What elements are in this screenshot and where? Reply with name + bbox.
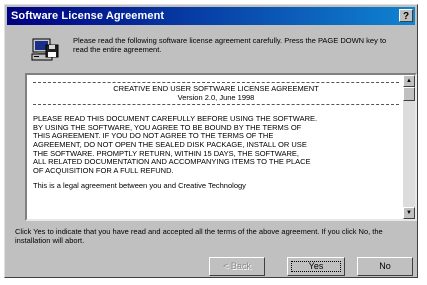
back-button[interactable]: < Back [209, 257, 265, 276]
title-bar[interactable]: Software License Agreement ? [7, 7, 415, 25]
scroll-down-arrow-icon: ▼ [406, 210, 412, 216]
acceptance-instruction: Click Yes to indicate that you have read… [15, 227, 383, 245]
license-content: CREATIVE END USER SOFTWARE LICENSE AGREE… [33, 80, 399, 217]
window-title: Software License Agreement [11, 10, 165, 22]
focus-ring [291, 261, 341, 272]
computer-disk-icon [31, 36, 61, 64]
license-body: PLEASE READ THIS DOCUMENT CAREFULLY BEFO… [33, 114, 318, 175]
license-version: Version 2.0, June 1998 [177, 92, 255, 102]
instruction-text: Please read the following software licen… [73, 36, 387, 54]
no-button[interactable]: No [357, 257, 413, 276]
help-icon: ? [402, 11, 410, 22]
dashed-divider [33, 82, 399, 83]
scroll-thumb[interactable] [403, 87, 415, 101]
license-text-area[interactable]: CREATIVE END USER SOFTWARE LICENSE AGREE… [25, 73, 417, 221]
scroll-up-arrow-icon: ▲ [406, 78, 412, 84]
scroll-down-button[interactable]: ▼ [403, 207, 415, 219]
scroll-up-button[interactable]: ▲ [403, 75, 415, 87]
yes-button[interactable]: Yes [287, 257, 345, 276]
license-closing: This is a legal agreement between you an… [33, 181, 246, 191]
vertical-scrollbar[interactable]: ▲ ▼ [403, 75, 415, 219]
help-button[interactable]: ? [399, 9, 413, 22]
license-dialog: Software License Agreement ? Please read… [4, 4, 418, 278]
dashed-divider [33, 104, 399, 106]
